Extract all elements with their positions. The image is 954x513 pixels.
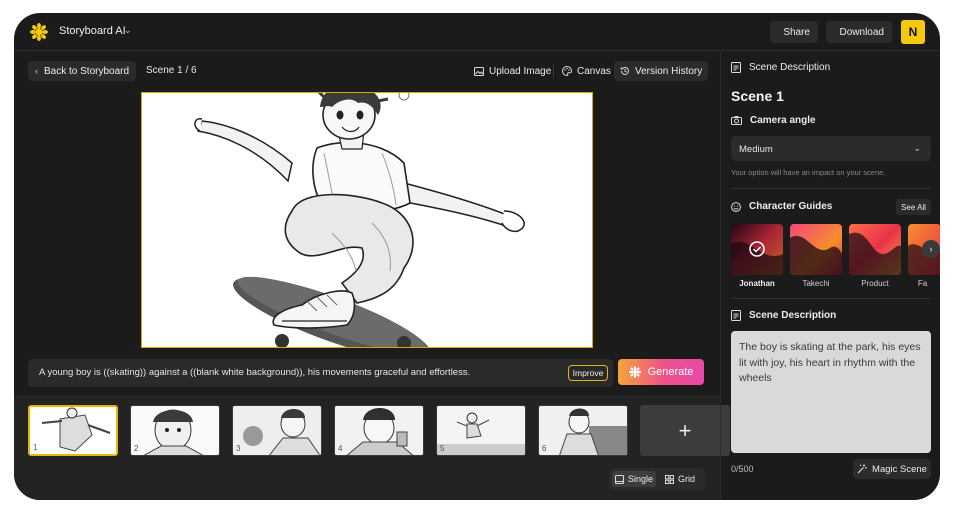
view-toggle: Single Grid [609, 468, 705, 490]
share-button[interactable]: Share [770, 21, 818, 43]
magic-wand-icon [857, 464, 867, 474]
app-window: Storyboard AI ⌄ Share Download N ‹ Back … [14, 13, 940, 500]
scene-thumbnail[interactable]: 6 [538, 405, 628, 456]
scene-thumbnail[interactable]: 5 [436, 405, 526, 456]
grid-icon [664, 474, 674, 484]
share-label: Share [783, 26, 810, 38]
prompt-text[interactable]: A young boy is ((skating)) against a ((b… [39, 367, 470, 378]
character-guide-card[interactable] [731, 224, 783, 275]
chevron-down-icon[interactable]: ⌄ [124, 25, 132, 36]
scene-thumbnail[interactable]: 2 [130, 405, 220, 456]
chevron-down-icon: ⌄ [913, 143, 921, 153]
back-label: Back to Storyboard [44, 65, 130, 77]
chevron-right-icon[interactable]: › [922, 240, 940, 258]
skater-illustration [142, 93, 592, 347]
editor-area: ‹ Back to Storyboard Scene 1 / 6 Upload … [14, 52, 730, 500]
image-icon [474, 66, 484, 76]
scene-panel: Scene Description Scene 1 Camera angle M… [720, 52, 940, 500]
prompt-input[interactable]: A young boy is ((skating)) against a ((b… [28, 359, 613, 387]
canvas-label: Canvas [577, 65, 611, 77]
scene-canvas[interactable] [141, 92, 593, 348]
sparkle-icon [628, 366, 641, 378]
upload-label: Upload Image [489, 65, 552, 77]
character-guide-card[interactable] [790, 224, 842, 275]
camera-angle-select[interactable]: Medium ⌄ [731, 136, 931, 161]
square-icon [614, 474, 624, 484]
thumbnail-number: 3 [236, 444, 241, 453]
scene-title: Scene 1 [731, 88, 784, 104]
character-guides-heading: Character Guides [731, 201, 832, 212]
single-view-button[interactable]: Single [612, 471, 656, 487]
chevron-left-icon: ‹ [35, 66, 38, 76]
camera-hint: Your option will have an impact on your … [731, 168, 886, 177]
top-bar: Storyboard AI ⌄ Share Download N [14, 13, 940, 51]
camera-label: Camera angle [750, 115, 816, 126]
magic-scene-button[interactable]: Magic Scene [853, 459, 931, 479]
avatar[interactable]: N [901, 20, 925, 44]
grid-label: Grid [677, 474, 695, 484]
canvas-button[interactable]: Canvas [557, 61, 616, 81]
history-icon [620, 66, 629, 75]
sun-flower-icon[interactable] [30, 23, 48, 41]
thumbnail-number: 2 [134, 444, 139, 453]
see-all-button[interactable]: See All [896, 199, 931, 215]
version-history-button[interactable]: Version History [614, 61, 709, 81]
scene-thumbnail[interactable]: 3 [232, 405, 322, 456]
guide-name: Jonathan [739, 279, 775, 288]
document-icon [731, 62, 741, 73]
upload-image-button[interactable]: Upload Image [469, 61, 556, 81]
thumbnail-number: 1 [33, 443, 38, 452]
divider [731, 188, 931, 189]
scene-counter: Scene 1 / 6 [146, 65, 197, 76]
scene-thumbnail-strip: 1 2 3 4 5 6 + Single Grid [14, 395, 730, 500]
toolbar-divider [553, 64, 554, 78]
camera-value: Medium [739, 144, 773, 155]
version-label: Version History [635, 65, 703, 77]
guides-label: Character Guides [749, 201, 833, 212]
document-icon [731, 310, 741, 321]
generate-button[interactable]: Generate [618, 359, 704, 385]
camera-angle-heading: Camera angle [731, 115, 816, 126]
download-button[interactable]: Download [826, 21, 892, 43]
improve-button[interactable]: Improve [568, 365, 608, 381]
back-to-storyboard-button[interactable]: ‹ Back to Storyboard [28, 61, 137, 81]
magic-label: Magic Scene [872, 463, 927, 475]
character-guide-card[interactable] [849, 224, 901, 275]
grid-view-button[interactable]: Grid [660, 471, 700, 487]
single-label: Single [627, 474, 654, 484]
thumbnail-number: 6 [542, 444, 547, 453]
panel-header: Scene Description [731, 62, 830, 73]
thumbnail-number: 4 [338, 444, 343, 453]
divider [731, 298, 931, 299]
scene-description-heading: Scene Description [731, 310, 836, 321]
guide-name: Fa [917, 279, 928, 288]
camera-icon [731, 116, 742, 125]
smile-icon [731, 201, 741, 212]
guide-name: Takechi [802, 279, 830, 288]
generate-label: Generate [647, 366, 694, 378]
palette-icon [562, 66, 572, 76]
desc-label: Scene Description [749, 310, 837, 321]
download-icon [834, 31, 835, 33]
thumbnail-number: 5 [440, 444, 445, 453]
scene-thumbnail[interactable]: 1 [28, 405, 118, 456]
app-name[interactable]: Storyboard AI [59, 25, 126, 37]
scene-description-textarea[interactable]: The boy is skating at the park, his eyes… [731, 331, 931, 453]
guide-name: Product [861, 279, 889, 288]
panel-header-label: Scene Description [749, 62, 831, 73]
character-counter: 0/500 [731, 464, 754, 474]
scene-thumbnail[interactable]: 4 [334, 405, 424, 456]
download-label: Download [839, 26, 884, 38]
add-scene-button[interactable]: + [640, 405, 730, 456]
